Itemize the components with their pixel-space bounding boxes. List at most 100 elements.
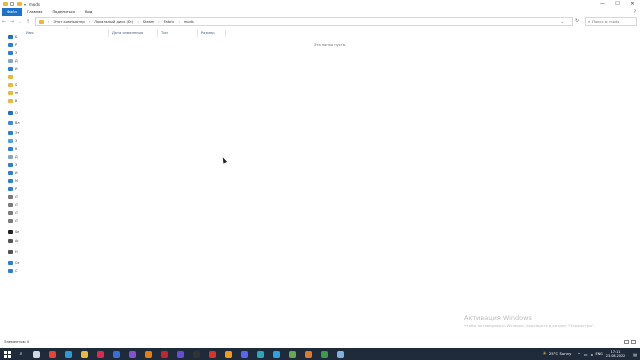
search-icon[interactable]: ⌕ [14, 351, 28, 357]
tab-share[interactable]: Поделиться [47, 8, 80, 16]
nav-item[interactable]: З [8, 50, 22, 56]
nav-item[interactable]: М [8, 178, 22, 184]
nav-item[interactable]: Д [8, 58, 22, 64]
quick-access-toolbar-dropdown-icon[interactable]: ▾ [24, 2, 26, 7]
tab-home[interactable]: Главная [22, 8, 48, 16]
nav-item[interactable]: Л [8, 210, 22, 216]
breadcrumb-fabric[interactable]: Fabric [164, 20, 175, 24]
column-header-type[interactable]: Тип [161, 30, 168, 37]
nav-item[interactable]: Se [8, 229, 22, 235]
taskbar-app-chrome[interactable] [44, 348, 60, 360]
tab-view[interactable]: Вид [80, 8, 97, 16]
taskbar-app-java[interactable] [300, 348, 316, 360]
downloads-icon [8, 51, 13, 55]
chevron-right-icon[interactable]: › [158, 20, 159, 24]
weather-widget[interactable]: ☀ 25°C Sunny [542, 351, 571, 357]
taskbar-app-taskview[interactable] [28, 348, 44, 360]
taskbar-app-notepad[interactable] [332, 348, 348, 360]
column-header-name[interactable]: Имя [26, 30, 34, 37]
column-divider[interactable] [108, 30, 109, 37]
new-folder-icon[interactable] [17, 2, 22, 6]
nav-item[interactable]: И [8, 66, 22, 72]
close-button[interactable]: ✕ [625, 0, 640, 8]
refresh-button[interactable]: ↻ [575, 17, 579, 26]
minimize-button[interactable]: — [595, 0, 610, 8]
breadcrumb-steam[interactable]: Steam [143, 20, 155, 24]
nav-item[interactable]: H [8, 249, 22, 255]
search-input[interactable] [592, 19, 635, 24]
column-header-date-modified[interactable]: Дата изменения [112, 30, 143, 37]
column-divider[interactable] [197, 30, 198, 37]
nav-item[interactable]: Ce [8, 260, 22, 266]
nav-item[interactable]: З [8, 138, 22, 144]
taskbar-app-app-blue[interactable] [108, 348, 124, 360]
music-icon [8, 179, 13, 183]
nav-item[interactable]: C [8, 268, 22, 274]
nav-item[interactable]: Б [8, 34, 22, 40]
nav-item[interactable]: Л [8, 194, 22, 200]
taskbar-app-edge[interactable] [60, 348, 76, 360]
chevron-down-icon[interactable]: ⌄ [561, 18, 564, 26]
taskbar-app-obs[interactable] [188, 348, 204, 360]
status-bar: Элементов: 0 [0, 339, 640, 346]
up-button[interactable]: ↑ [24, 19, 32, 25]
notifications-icon[interactable]: ▤ [633, 352, 637, 357]
search-box[interactable]: ⌕ [585, 17, 637, 26]
chevron-up-icon[interactable]: ⌃ [577, 352, 580, 357]
start-button[interactable] [0, 348, 14, 360]
nav-item[interactable]: Р [8, 186, 22, 192]
chevron-right-icon[interactable]: › [178, 20, 179, 24]
taskbar-app-app-teal[interactable] [252, 348, 268, 360]
language-indicator[interactable]: ENG [595, 352, 602, 356]
taskbar-app-visual-studio[interactable] [124, 348, 140, 360]
breadcrumb-mods[interactable]: mods [184, 20, 194, 24]
taskbar-app-discord[interactable] [236, 348, 252, 360]
address-bar[interactable]: › Этот компьютер › Локальный диск (D:) ›… [35, 17, 573, 26]
volume-icon[interactable]: ◂ [590, 352, 592, 357]
taskbar-app-explorer[interactable] [76, 348, 92, 360]
nav-item[interactable]: З [8, 162, 22, 168]
nav-item[interactable]: Вл [8, 120, 22, 126]
taskbar-app-telegram[interactable] [268, 348, 284, 360]
nav-item[interactable]: Р [8, 42, 22, 48]
breadcrumb-drive-d[interactable]: Локальный диск (D:) [94, 20, 133, 24]
nav-item[interactable]: Л [8, 202, 22, 208]
recent-locations-icon[interactable]: ⌄ [16, 20, 24, 24]
column-divider[interactable] [157, 30, 158, 37]
nav-item[interactable]: В [8, 146, 22, 152]
taskbar-app-filezilla[interactable] [156, 348, 172, 360]
column-divider[interactable] [225, 30, 226, 37]
properties-icon[interactable] [10, 2, 14, 6]
taskbar-app-blender[interactable] [140, 348, 156, 360]
taskbar-app-app-orange[interactable] [220, 348, 236, 360]
breadcrumb-this-pc[interactable]: Этот компьютер [53, 20, 84, 24]
details-view-button[interactable] [624, 340, 629, 344]
help-icon[interactable]: ? [634, 8, 636, 16]
large-icons-view-button[interactable] [631, 340, 636, 344]
maximize-button[interactable]: ☐ [610, 0, 625, 8]
chevron-right-icon[interactable]: › [48, 20, 49, 24]
nav-item[interactable]: Эт [8, 130, 22, 136]
nav-item[interactable]: S [8, 82, 22, 88]
taskbar-app-minecraft[interactable] [284, 348, 300, 360]
forward-button[interactable]: → [8, 19, 16, 25]
nav-item[interactable]: И [8, 170, 22, 176]
taskbar-app-yandex[interactable] [204, 348, 220, 360]
nav-item[interactable]: O [8, 110, 22, 116]
chevron-right-icon[interactable]: › [89, 20, 90, 24]
taskbar-app-app-purple[interactable] [172, 348, 188, 360]
taskbar-app-app-green[interactable] [316, 348, 332, 360]
nav-item[interactable]: Л [8, 218, 22, 224]
chevron-right-icon[interactable]: › [137, 20, 138, 24]
tab-file[interactable]: Файл [2, 8, 22, 16]
nav-item[interactable]: Ar [8, 238, 22, 244]
nav-item[interactable]: Д [8, 154, 22, 160]
network-icon[interactable]: ▭ [584, 352, 588, 357]
taskbar-app-opera-gx[interactable] [92, 348, 108, 360]
clock[interactable]: 17:11 23.08.2022 [606, 350, 625, 358]
nav-item[interactable]: B [8, 98, 22, 104]
nav-item[interactable]: m [8, 90, 22, 96]
nav-item[interactable] [8, 74, 22, 80]
column-header-size[interactable]: Размер [201, 30, 214, 37]
back-button[interactable]: ← [0, 19, 8, 25]
